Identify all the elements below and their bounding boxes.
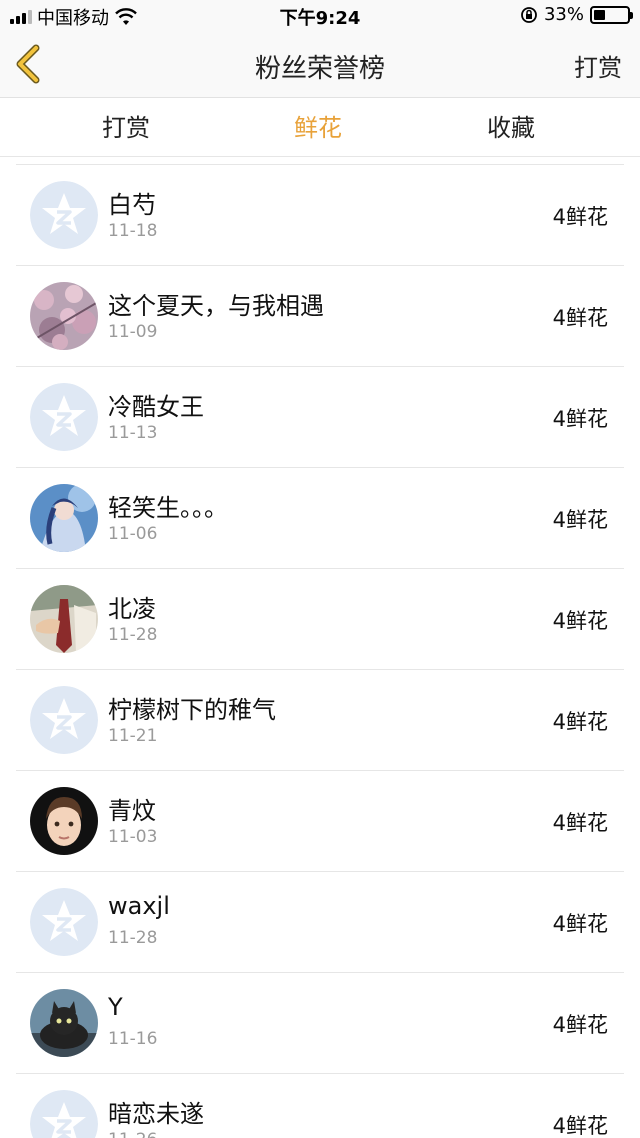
gift-date: 11-28: [108, 625, 158, 645]
flower-count: 4鲜花: [552, 609, 608, 633]
fan-name: 冷酷女王: [108, 393, 204, 421]
flower-count: 4鲜花: [552, 205, 608, 229]
fan-name: 青炆: [108, 797, 156, 825]
gift-date: 11-03: [108, 827, 158, 847]
list-item[interactable]: 白芍 11-18 4鲜花: [16, 165, 624, 266]
avatar[interactable]: [30, 787, 98, 855]
battery-fill: [594, 9, 605, 20]
flower-count: 4鲜花: [552, 710, 608, 734]
flower-count: 4鲜花: [552, 407, 608, 431]
list-item[interactable]: 暗恋未遂 11-26 4鲜花: [16, 1074, 624, 1138]
page-title: 粉丝荣誉榜: [254, 54, 385, 84]
gift-date: 11-06: [108, 524, 158, 544]
flower-count: 4鲜花: [552, 811, 608, 835]
gift-date: 11-13: [108, 423, 158, 443]
list-item[interactable]: 青炆 11-03 4鲜花: [16, 771, 624, 872]
fan-name: 白芍: [108, 191, 156, 219]
reward-button[interactable]: 打赏: [574, 48, 622, 83]
fan-name: 轻笑生。。。: [108, 494, 228, 522]
battery-percent: 33%: [543, 4, 584, 25]
gift-date: 11-26: [108, 1130, 157, 1138]
status-right: 33%: [520, 4, 633, 25]
flower-count: 4鲜花: [552, 306, 608, 330]
fan-name: 暗恋未遂: [108, 1100, 204, 1128]
fan-name: 北凌: [108, 595, 156, 623]
list-item[interactable]: 北凌 11-28 4鲜花: [16, 569, 624, 670]
gift-date: 11-09: [108, 322, 158, 342]
gift-date: 11-16: [108, 1029, 158, 1049]
gift-date: 11-21: [108, 726, 158, 746]
rotation-lock-icon: [521, 6, 537, 23]
gift-date: 11-28: [108, 928, 158, 948]
list-item[interactable]: 冷酷女王 11-13 4鲜花: [16, 367, 624, 468]
battery-icon: [590, 5, 633, 24]
tab-favorites[interactable]: 收藏: [451, 99, 571, 157]
flower-count: 4鲜花: [552, 1114, 608, 1138]
nav-bar: 粉丝荣誉榜 打赏: [0, 32, 640, 98]
list-item[interactable]: Y 11-16 4鲜花: [16, 973, 624, 1074]
avatar[interactable]: [30, 484, 98, 552]
default-avatar-icon[interactable]: [30, 888, 98, 956]
default-avatar-icon[interactable]: [30, 1090, 98, 1138]
tab-flowers[interactable]: 鲜花: [258, 99, 378, 157]
avatar[interactable]: [30, 585, 98, 653]
list-item[interactable]: 柠檬树下的稚气 11-21 4鲜花: [16, 670, 624, 771]
avatar[interactable]: [30, 282, 98, 350]
list-item[interactable]: 这个夏天，与我相遇 11-09 4鲜花: [16, 266, 624, 367]
avatar[interactable]: [30, 989, 98, 1057]
gift-date: 11-18: [108, 221, 158, 241]
default-avatar-icon[interactable]: [30, 181, 98, 249]
fan-name: Y: [108, 993, 123, 1021]
list-item[interactable]: 轻笑生。。。 11-06 4鲜花: [16, 468, 624, 569]
status-bar: 中国移动 下午9:24 33%: [0, 0, 640, 32]
flower-count: 4鲜花: [552, 508, 608, 532]
flower-count: 4鲜花: [552, 912, 608, 936]
list-item[interactable]: waxjl 11-28 4鲜花: [16, 872, 624, 973]
tab-reward[interactable]: 打赏: [66, 99, 186, 157]
fan-name: 柠檬树下的稚气: [108, 696, 276, 724]
fan-name: 这个夏天，与我相遇: [108, 292, 324, 320]
fan-name: waxjl: [108, 892, 170, 920]
flower-count: 4鲜花: [552, 1013, 608, 1037]
default-avatar-icon[interactable]: [30, 383, 98, 451]
tab-bar: 打赏 鲜花 收藏: [0, 99, 640, 157]
default-avatar-icon[interactable]: [30, 686, 98, 754]
